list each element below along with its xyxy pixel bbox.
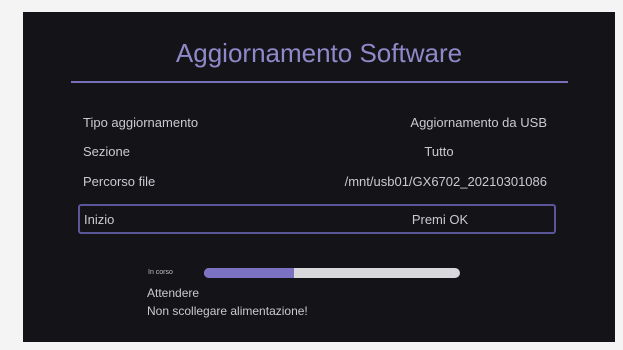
setting-value: /mnt/usb01/GX6702_20210301086 — [344, 173, 547, 189]
update-screen: Aggiornamento Software Tipo aggiornament… — [23, 12, 615, 342]
setting-value: Tutto — [424, 143, 454, 159]
progress-label: In corso — [148, 269, 173, 276]
setting-row-file-path[interactable]: Percorso file /mnt/usb01/GX6702_20210301… — [79, 169, 553, 193]
title-divider — [71, 81, 568, 83]
page-title: Aggiornamento Software — [175, 38, 463, 68]
setting-value: Premi OK — [411, 211, 469, 227]
setting-value: Aggiornamento da USB — [410, 114, 547, 130]
progress-bar — [204, 268, 460, 278]
setting-label: Sezione — [83, 143, 130, 159]
setting-label: Tipo aggiornamento — [83, 114, 199, 130]
setting-row-start[interactable]: Inizio Premi OK — [78, 204, 556, 234]
setting-row-update-type[interactable]: Tipo aggiornamento Aggiornamento da USB — [79, 110, 553, 134]
progress-fill — [204, 268, 294, 278]
setting-row-section[interactable]: Sezione Tutto — [79, 139, 553, 163]
setting-label: Percorso file — [83, 173, 156, 189]
setting-label: Inizio — [84, 211, 115, 227]
status-message: Attendere — [147, 286, 200, 300]
warning-message: Non scollegare alimentazione! — [147, 304, 308, 318]
